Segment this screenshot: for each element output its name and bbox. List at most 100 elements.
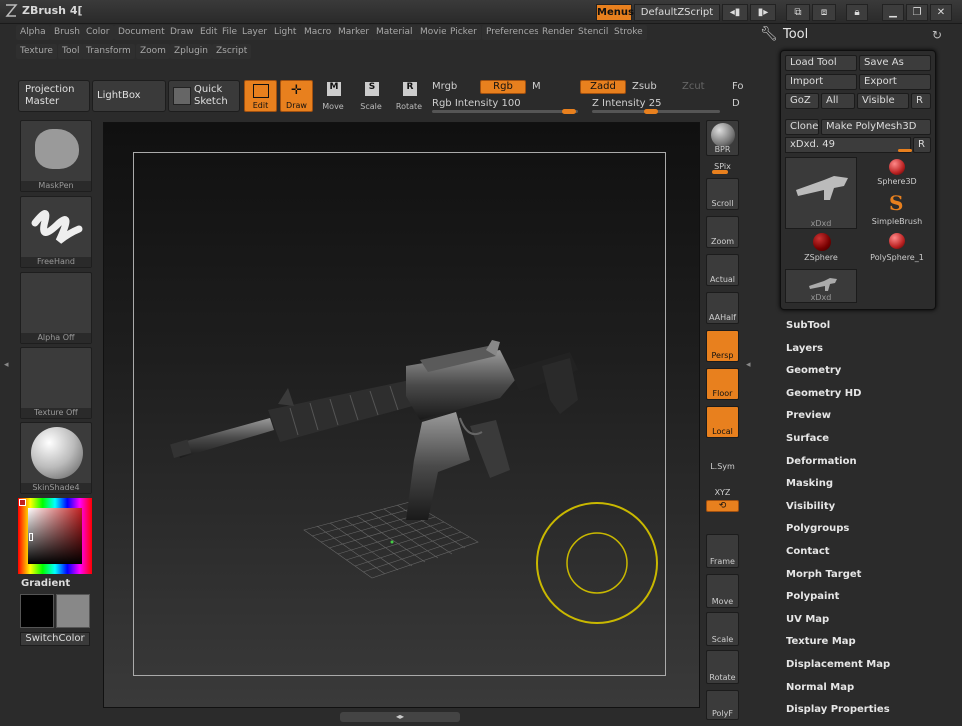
scale-button[interactable]: Scale (706, 612, 739, 646)
lock-icon[interactable]: 🔒︎ (846, 4, 868, 21)
menu-transform[interactable]: Transform (82, 44, 135, 59)
menu-tool[interactable]: Tool (58, 44, 84, 59)
menu-render[interactable]: Render (538, 25, 579, 40)
tool-r-button[interactable]: R (913, 137, 931, 153)
default-zscript-button[interactable]: DefaultZScript (634, 4, 720, 21)
menu-marker[interactable]: Marker (334, 25, 374, 40)
polyf-button[interactable]: PolyF (706, 690, 739, 720)
menu-zoom[interactable]: Zoom (136, 44, 170, 59)
subpalette-deformation[interactable]: Deformation (786, 456, 857, 467)
tool-thumb-zsphere[interactable]: ZSphere (785, 231, 857, 265)
draw-button[interactable]: ✛ Draw (280, 80, 313, 112)
goz-all-button[interactable]: All (821, 93, 855, 109)
zsub-toggle[interactable]: Zsub (632, 81, 657, 92)
subpalette-polygroups[interactable]: Polygroups (786, 523, 849, 534)
next-icon[interactable]: ▮▸ (750, 4, 776, 21)
goz-r-button[interactable]: R (911, 93, 931, 109)
zadd-toggle[interactable]: Zadd (580, 80, 626, 94)
scroll-button[interactable]: Scroll (706, 178, 739, 210)
subpalette-contact[interactable]: Contact (786, 546, 830, 557)
tool-thumb-sphere3d[interactable]: Sphere3D (861, 157, 933, 191)
z-intensity-knob[interactable] (644, 109, 658, 114)
menu-zplugin[interactable]: Zplugin (170, 44, 213, 59)
layout-icon[interactable]: ⧉ (786, 4, 810, 21)
menu-zscript[interactable]: Zscript (212, 44, 252, 59)
current-tool-knob[interactable] (898, 149, 912, 152)
menu-stroke[interactable]: Stroke (610, 25, 647, 40)
menu-picker[interactable]: Picker (446, 25, 481, 40)
menu-material[interactable]: Material (372, 25, 417, 40)
actual-button[interactable]: Actual (706, 254, 739, 286)
menu-macro[interactable]: Macro (300, 25, 336, 40)
subpalette-polypaint[interactable]: Polypaint (786, 591, 839, 602)
subpalette-normal-map[interactable]: Normal Map (786, 682, 854, 693)
projection-master-button[interactable]: Projection Master (18, 80, 90, 112)
texture-tile[interactable]: Texture Off (20, 347, 92, 419)
subpalette-uv-map[interactable]: UV Map (786, 614, 829, 625)
goz-button[interactable]: GoZ (785, 93, 819, 109)
load-tool-button[interactable]: Load Tool (785, 55, 857, 71)
menu-preferences[interactable]: Preferences (482, 25, 543, 40)
zcut-toggle[interactable]: Zcut (682, 81, 705, 92)
lightbox-button[interactable]: LightBox (92, 80, 166, 112)
color-picker-marker[interactable] (29, 533, 33, 541)
rgb-toggle[interactable]: Rgb (480, 80, 526, 94)
current-tool-slider[interactable]: xDxd. 49 (785, 137, 912, 153)
local-button[interactable]: Local (706, 406, 739, 438)
scale-button[interactable]: S Scale (356, 80, 386, 112)
floor-button[interactable]: Floor (706, 368, 739, 400)
menu-light[interactable]: Light (270, 25, 301, 40)
quick-sketch-button[interactable]: Quick Sketch (168, 80, 240, 112)
secondary-color-swatch[interactable] (56, 594, 90, 628)
rotate-axis-toggle-icon[interactable]: ⟲ (706, 500, 739, 512)
frame-button[interactable]: Frame (706, 534, 739, 568)
bottom-tray-toggle-icon[interactable]: ◂▸ (340, 712, 460, 722)
xyz-button[interactable]: XYZ (706, 476, 739, 498)
rgb-intensity-slider[interactable] (432, 110, 578, 113)
subpalette-layers[interactable]: Layers (786, 343, 823, 354)
make-polymesh-button[interactable]: Make PolyMesh3D (821, 119, 931, 135)
brush-tile[interactable]: MaskPen (20, 120, 92, 192)
tool-thumb-simplebrush[interactable]: S SimpleBrush (861, 191, 933, 229)
subpalette-preview[interactable]: Preview (786, 410, 831, 421)
menu-alpha[interactable]: Alpha (16, 25, 50, 40)
tool-palette-title[interactable]: Tool (783, 27, 808, 42)
subpalette-texture-map[interactable]: Texture Map (786, 636, 856, 647)
export-button[interactable]: Export (859, 74, 931, 90)
goz-visible-button[interactable]: Visible (857, 93, 909, 109)
prev-icon[interactable]: ◂▮ (722, 4, 748, 21)
rgb-intensity-knob[interactable] (562, 109, 576, 114)
material-tile[interactable]: SkinShade4 (20, 422, 92, 494)
subpalette-geometry-hd[interactable]: Geometry HD (786, 388, 861, 399)
menu-document[interactable]: Document (114, 25, 169, 40)
main-color-swatch[interactable] (20, 594, 54, 628)
left-tray-toggle-icon[interactable]: ◂ (4, 360, 9, 370)
minimize-icon[interactable]: ▁ (882, 4, 904, 21)
subpalette-display-properties[interactable]: Display Properties (786, 704, 890, 715)
gradient-toggle[interactable]: Gradient (21, 578, 70, 589)
mrgb-toggle[interactable]: Mrgb (432, 81, 457, 92)
subpalette-surface[interactable]: Surface (786, 433, 829, 444)
menu-draw[interactable]: Draw (166, 25, 198, 40)
close-icon[interactable]: ✕ (930, 4, 952, 21)
zoom-button[interactable]: Zoom (706, 216, 739, 248)
switchcolor-button[interactable]: SwitchColor (20, 632, 90, 646)
import-button[interactable]: Import (785, 74, 857, 90)
layout2-icon[interactable]: ⧈ (812, 4, 836, 21)
rotate-button[interactable]: Rotate (706, 650, 739, 684)
l-sym-button[interactable]: L.Sym (706, 448, 739, 472)
tool-thumb-polysphere[interactable]: PolySphere_1 (861, 231, 933, 265)
move-button[interactable]: Move (706, 574, 739, 608)
focal-shift-label[interactable]: Fo (732, 81, 744, 92)
edit-button[interactable]: Edit (244, 80, 277, 112)
reset-icon[interactable]: ↻ (932, 28, 942, 42)
aahalf-button[interactable]: AAHalf (706, 292, 739, 324)
stroke-tile[interactable]: FreeHand (20, 196, 92, 268)
right-tray-toggle-icon[interactable]: ◂ (746, 360, 751, 370)
menu-stencil[interactable]: Stencil (574, 25, 613, 40)
move-button[interactable]: M Move (318, 80, 348, 112)
menu-color[interactable]: Color (82, 25, 114, 40)
restore-icon[interactable]: ❐ (906, 4, 928, 21)
tool-thumb-xdxd-2[interactable]: xDxd (785, 269, 857, 303)
subpalette-subtool[interactable]: SubTool (786, 320, 830, 331)
